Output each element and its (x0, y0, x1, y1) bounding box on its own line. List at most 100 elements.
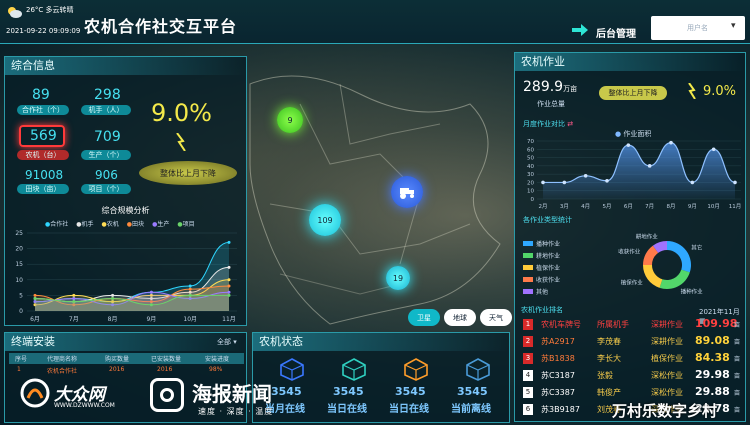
ranking-unit: 亩 (734, 390, 741, 397)
slice-label: 其它 (691, 243, 702, 251)
y-tick-label: 50 (527, 156, 534, 162)
ranking-value: 84.38 (695, 351, 730, 364)
tractor-map-marker[interactable] (391, 176, 423, 208)
y-tick-label: 0 (531, 197, 535, 203)
data-point (227, 284, 231, 288)
ranking-type: 深耕作业 (651, 320, 683, 329)
dazhong-logo-icon (20, 378, 50, 408)
dazhong-url: WWW.DZWWW.COM (54, 402, 115, 409)
y-tick-label: 20 (527, 180, 534, 186)
x-tick-label: 9月 (688, 203, 697, 210)
x-tick-label: 11月 (729, 203, 742, 210)
data-point (605, 178, 609, 183)
x-tick-label: 10月 (183, 316, 197, 323)
table-cell: 2016 (157, 366, 173, 373)
donut-slice (643, 265, 663, 288)
weather-button[interactable]: 天气 (480, 309, 512, 326)
column-header: 代理商名称 (47, 356, 78, 363)
stat-value: 709 (94, 129, 121, 145)
y-tick-label: 60 (527, 147, 534, 153)
globe-button[interactable]: 地球 (444, 309, 476, 326)
stat-label: 生产（个） (81, 150, 131, 160)
ranking-title: 农机作业排名 (521, 306, 563, 314)
stat-label: 机手（人） (81, 105, 131, 115)
data-point (111, 297, 115, 301)
x-tick-label: 8月 (667, 203, 676, 210)
x-tick-label: 2月 (539, 203, 548, 210)
summary-panel: 综合信息 89 合作社（个） 298 机手（人） 569 农机（台） 709 生… (4, 56, 247, 326)
summary-compare: 整体比上月下降 (139, 161, 237, 185)
status-value: 3545 (457, 385, 488, 398)
scale-chart-title: 综合规模分析 (101, 206, 150, 215)
types-legend: 播种作业 耕地作业 植保作业 收获作业 其他 (523, 239, 560, 299)
data-point (583, 174, 588, 178)
slice-label: 植保作业 (621, 279, 644, 287)
y-tick-label: 20 (15, 246, 23, 253)
slice-label: 播种作业 (681, 288, 704, 296)
x-tick-label: 6月 (624, 203, 633, 210)
ranking-plate: 苏B1838 (541, 354, 575, 363)
terminal-filter[interactable]: 全部 ▾ (217, 337, 237, 347)
satellite-button[interactable]: 卫星 (408, 309, 440, 326)
ranking-owner: 李茂春 (597, 337, 621, 346)
datetime: 2021-09-22 09:09:09 (6, 27, 81, 35)
data-point (149, 303, 153, 307)
ranking-unit: 亩 (734, 322, 741, 329)
ranking-type: 深耕作业 (651, 337, 683, 346)
series-area (543, 142, 735, 199)
terminal-table: 序号 代理商名称 购买数量 已安装数量 安装进度 1 农机合作社 2016 20… (9, 354, 244, 376)
y-tick-label: 70 (527, 139, 534, 145)
status-title: 农机状态 (253, 333, 509, 351)
tractor-icon (400, 188, 414, 199)
y-tick-label: 10 (527, 189, 534, 195)
ranking-type: 深松作业 (651, 388, 683, 397)
y-tick-label: 30 (527, 172, 534, 178)
summary-title: 综合信息 (5, 57, 246, 75)
x-tick-label: 9月 (146, 316, 156, 323)
data-point (227, 290, 231, 294)
user-select[interactable]: 用户名 ▾ (651, 16, 745, 40)
work-panel: 农机作业 289.9万亩 作业总量 整体比上月下降 9.0% 月度作业对比 ⇄ … (514, 52, 746, 422)
weather-cloud-sun-icon (8, 7, 22, 18)
data-point (111, 293, 115, 297)
monthly-chart: 0 10 20 30 40 50 60 70 2月 3月 4月 5月 6月 7月 8月 9月 10月 11月 (527, 139, 742, 210)
map-bubble[interactable]: 19 (386, 266, 410, 290)
data-point (227, 240, 231, 244)
work-title: 农机作业 (515, 53, 745, 71)
weather-desc: 多云转晴 (45, 6, 74, 14)
stat-value: 298 (94, 87, 121, 103)
table-cell: 农机合作社 (47, 368, 78, 375)
stat-label: 农机（台） (17, 150, 69, 160)
donut-slice (659, 269, 690, 289)
summary-percent: 9.0% (151, 99, 212, 127)
status-label: 当日在线 (389, 404, 429, 415)
types-donut-chart: 其它播种作业 植保作业 收获作业 耕地作业 (618, 232, 704, 296)
haibao-sub: 速度 · 深度 · 温度 (198, 407, 274, 416)
trend-down-arrow-icon (176, 133, 186, 151)
data-point (188, 293, 192, 297)
haibao-name: 海报新闻 (192, 382, 272, 406)
table-cell: 98% (209, 366, 223, 373)
column-header: 安装进度 (205, 356, 230, 363)
cube-icon (465, 357, 491, 381)
column-header: 购买数量 (105, 356, 130, 363)
cube-icon (341, 357, 367, 381)
ranking-plate: 苏A2917 (541, 337, 575, 346)
monthly-title: 月度作业对比 ⇄ (523, 120, 574, 128)
status-value: 3545 (333, 385, 364, 398)
donut-slice (667, 241, 691, 273)
ranking-owner: 所属机手 (597, 320, 629, 329)
map-bubble[interactable]: 109 (309, 204, 341, 236)
data-point (647, 164, 652, 168)
ranking-value: 109.98 (695, 317, 738, 330)
ranking-value: 89.08 (695, 334, 730, 347)
map-bubble[interactable]: 9 (277, 107, 303, 133)
admin-link[interactable]: 后台管理 (596, 25, 636, 40)
work-total-unit: 万亩 (563, 85, 578, 93)
work-compare: 整体比上月下降 (599, 86, 667, 100)
data-point (711, 147, 716, 152)
terminal-title: 终端安装 (5, 333, 246, 351)
y-tick-label: 5 (19, 292, 23, 299)
data-point (227, 265, 231, 269)
ranking-plate: 苏C3187 (541, 371, 575, 380)
